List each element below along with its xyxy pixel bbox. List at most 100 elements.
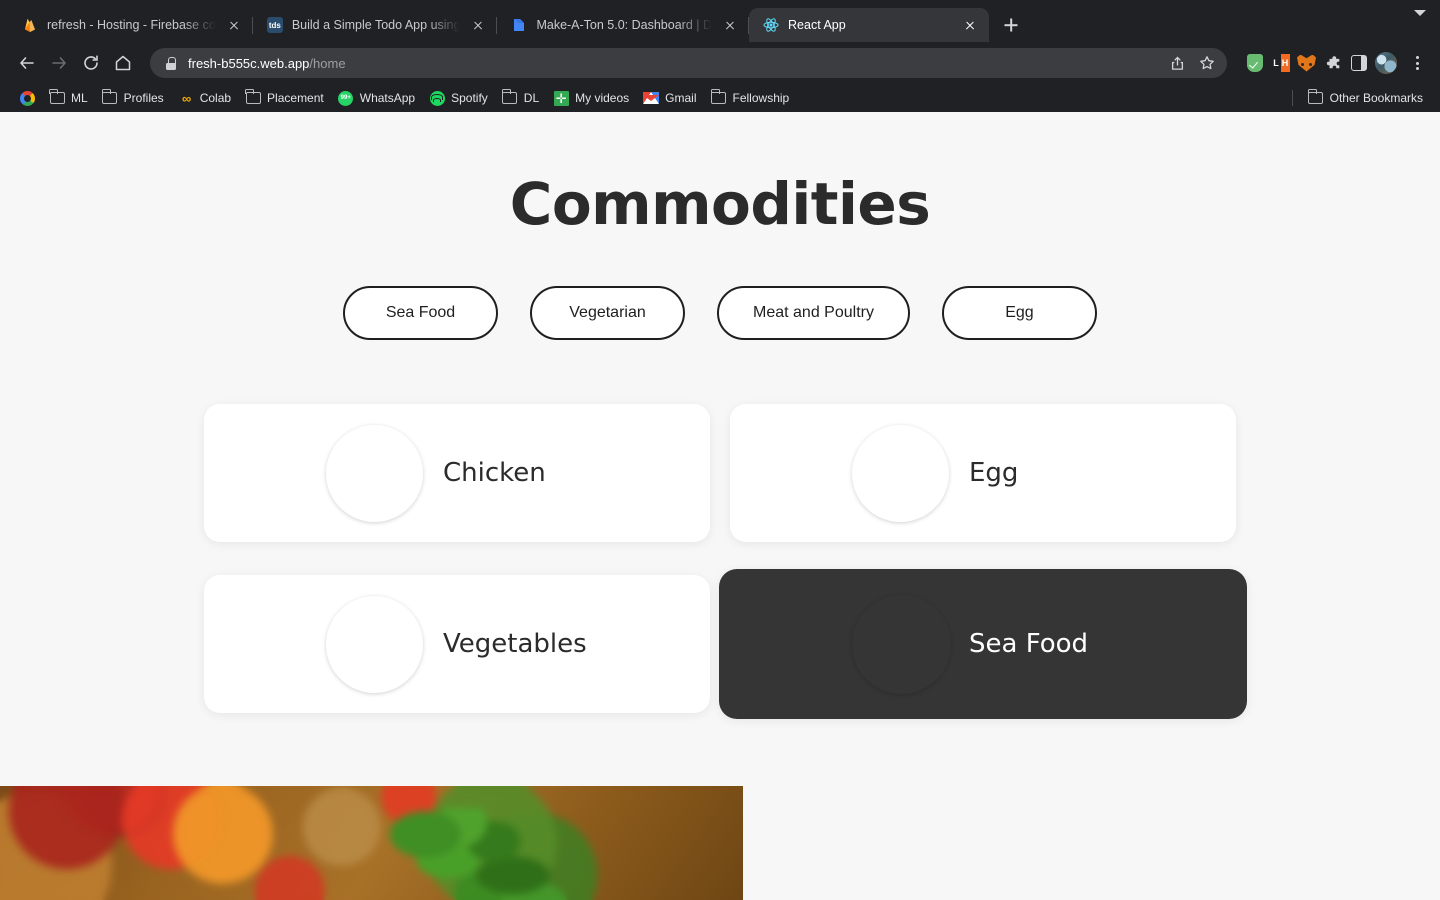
url-domain: fresh-b555c.web.app — [188, 55, 310, 71]
browser-tab-title: Make-A-Ton 5.0: Dashboard | D — [536, 18, 713, 32]
folder-icon — [245, 89, 261, 106]
react-icon — [763, 17, 779, 33]
new-tab-button[interactable] — [997, 11, 1025, 39]
browser-tab-makeaton[interactable]: Make-A-Ton 5.0: Dashboard | D — [497, 8, 749, 42]
side-panel-icon[interactable] — [1349, 54, 1368, 73]
commodity-card-label: Egg — [969, 458, 1019, 488]
lighthouse-right-label: H — [1280, 54, 1290, 72]
bookmark-label: Spotify — [451, 91, 488, 105]
tab-strip: refresh - Hosting - Firebase co tds Buil… — [0, 0, 1440, 42]
bookmark-colab[interactable]: ∞ Colab — [171, 87, 238, 109]
gmail-icon — [643, 90, 660, 106]
browser-tab-title: refresh - Hosting - Firebase co — [47, 18, 216, 32]
colab-icon: ∞ — [182, 90, 191, 106]
filter-pill-label: Egg — [1005, 304, 1034, 321]
site-information-icon[interactable] — [164, 56, 177, 70]
url-text: fresh-b555c.web.app/home — [188, 56, 346, 71]
seafood-pasta-photo — [852, 595, 951, 694]
adguard-extension-icon[interactable] — [1245, 54, 1264, 73]
my-videos-icon: ✛ — [553, 90, 569, 106]
whatsapp-icon: 99+ — [338, 90, 354, 106]
close-icon[interactable] — [961, 16, 979, 34]
bookmark-label: My videos — [575, 91, 630, 105]
filter-pill-label: Sea Food — [385, 304, 456, 321]
close-icon[interactable] — [225, 16, 243, 34]
parsley-garnish — [380, 808, 570, 900]
commodity-card-sea-food[interactable]: Sea Food — [719, 569, 1247, 719]
page-content: Commodities Sea Food Vegetarian Meat and… — [0, 112, 1440, 900]
commodity-card-label: Sea Food — [969, 629, 1089, 659]
filter-pill-egg[interactable]: Egg — [941, 286, 1097, 340]
profile-avatar[interactable] — [1375, 52, 1397, 74]
commodity-card-chicken[interactable]: Chicken — [204, 404, 710, 542]
bookmark-label: Colab — [199, 91, 232, 105]
bookmarks-bar: ML Profiles ∞ Colab Placement 99+ WhatsA… — [0, 84, 1440, 112]
google-icon — [19, 90, 35, 106]
notion-icon — [511, 17, 527, 33]
lighthouse-left-label: L — [1271, 54, 1281, 72]
back-button[interactable] — [12, 48, 42, 78]
bookmark-star-icon[interactable] — [1193, 49, 1221, 77]
commodity-card-label: Chicken — [443, 458, 546, 488]
bookmark-label: Profiles — [123, 91, 164, 105]
filter-pill-meat-and-poultry[interactable]: Meat and Poultry — [717, 286, 910, 340]
other-bookmarks-label: Other Bookmarks — [1329, 91, 1423, 105]
chevron-down-icon — [1414, 10, 1426, 33]
chicken-rice-bowl-photo — [326, 425, 423, 522]
green-salad-bread-photo — [326, 596, 423, 693]
metamask-extension-icon[interactable] — [1297, 54, 1316, 73]
bookmark-spotify[interactable]: Spotify — [422, 87, 495, 109]
bookmark-label: Placement — [267, 91, 324, 105]
bookmark-ml[interactable]: ML — [42, 87, 95, 109]
commodity-card-grid: Chicken Egg Vegetables Sea Food — [204, 404, 1247, 719]
forward-button[interactable] — [44, 48, 74, 78]
tab-search-button[interactable] — [1414, 10, 1426, 34]
browser-tab-title: React App — [788, 18, 846, 32]
home-button[interactable] — [108, 48, 138, 78]
browser-tab-todo-app[interactable]: tds Build a Simple Todo App using — [253, 8, 498, 42]
pizza-photo — [852, 425, 949, 522]
bookmark-my-videos[interactable]: ✛ My videos — [546, 87, 636, 109]
browser-toolbar: fresh-b555c.web.app/home LH — [0, 42, 1440, 84]
commodity-card-label: Vegetables — [443, 629, 587, 659]
close-icon[interactable] — [469, 16, 487, 34]
url-path: /home — [309, 55, 346, 71]
chrome-menu-icon[interactable] — [1406, 52, 1428, 74]
filter-pill-sea-food[interactable]: Sea Food — [343, 286, 499, 340]
bookmarks-divider — [1291, 90, 1293, 106]
other-bookmarks-button[interactable]: Other Bookmarks — [1301, 87, 1430, 109]
close-icon[interactable] — [721, 16, 739, 34]
spotify-icon — [429, 90, 445, 106]
browser-tab-title: Build a Simple Todo App using — [291, 18, 461, 32]
bookmark-gmail[interactable]: Gmail — [636, 87, 703, 109]
share-icon[interactable] — [1163, 49, 1191, 77]
folder-icon — [501, 89, 518, 106]
filter-pill-vegetarian[interactable]: Vegetarian — [530, 286, 686, 340]
bookmark-fellowship[interactable]: Fellowship — [704, 87, 797, 109]
bookmark-dl[interactable]: DL — [495, 87, 546, 109]
extensions-area: LH — [1245, 52, 1428, 74]
extensions-puzzle-icon[interactable] — [1323, 54, 1342, 73]
blurred-bokeh-food-with-parsley-photo — [0, 786, 743, 900]
browser-tab-react-app[interactable]: React App — [749, 8, 990, 42]
browser-window: refresh - Hosting - Firebase co tds Buil… — [0, 0, 1440, 112]
filter-pill-label: Vegetarian — [569, 304, 646, 321]
folder-icon — [49, 89, 65, 106]
browser-tab-firebase[interactable]: refresh - Hosting - Firebase co — [8, 8, 253, 42]
commodity-card-vegetables[interactable]: Vegetables — [204, 575, 710, 713]
address-bar[interactable]: fresh-b555c.web.app/home — [150, 48, 1227, 78]
bookmark-label: Fellowship — [732, 91, 790, 105]
folder-icon — [101, 89, 118, 106]
bookmark-google[interactable] — [12, 87, 42, 109]
reload-button[interactable] — [76, 48, 106, 78]
lighthouse-extension-icon[interactable]: LH — [1271, 54, 1290, 73]
bookmark-whatsapp[interactable]: 99+ WhatsApp — [331, 87, 422, 109]
bookmark-profiles[interactable]: Profiles — [95, 87, 171, 109]
bookmark-label: ML — [71, 91, 88, 105]
bookmark-placement[interactable]: Placement — [238, 87, 331, 109]
bookmark-label: WhatsApp — [359, 91, 416, 105]
commodity-card-egg[interactable]: Egg — [730, 404, 1236, 542]
bookmark-label: Gmail — [665, 91, 697, 105]
firebase-icon — [22, 17, 38, 33]
bookmark-label: DL — [523, 91, 540, 105]
